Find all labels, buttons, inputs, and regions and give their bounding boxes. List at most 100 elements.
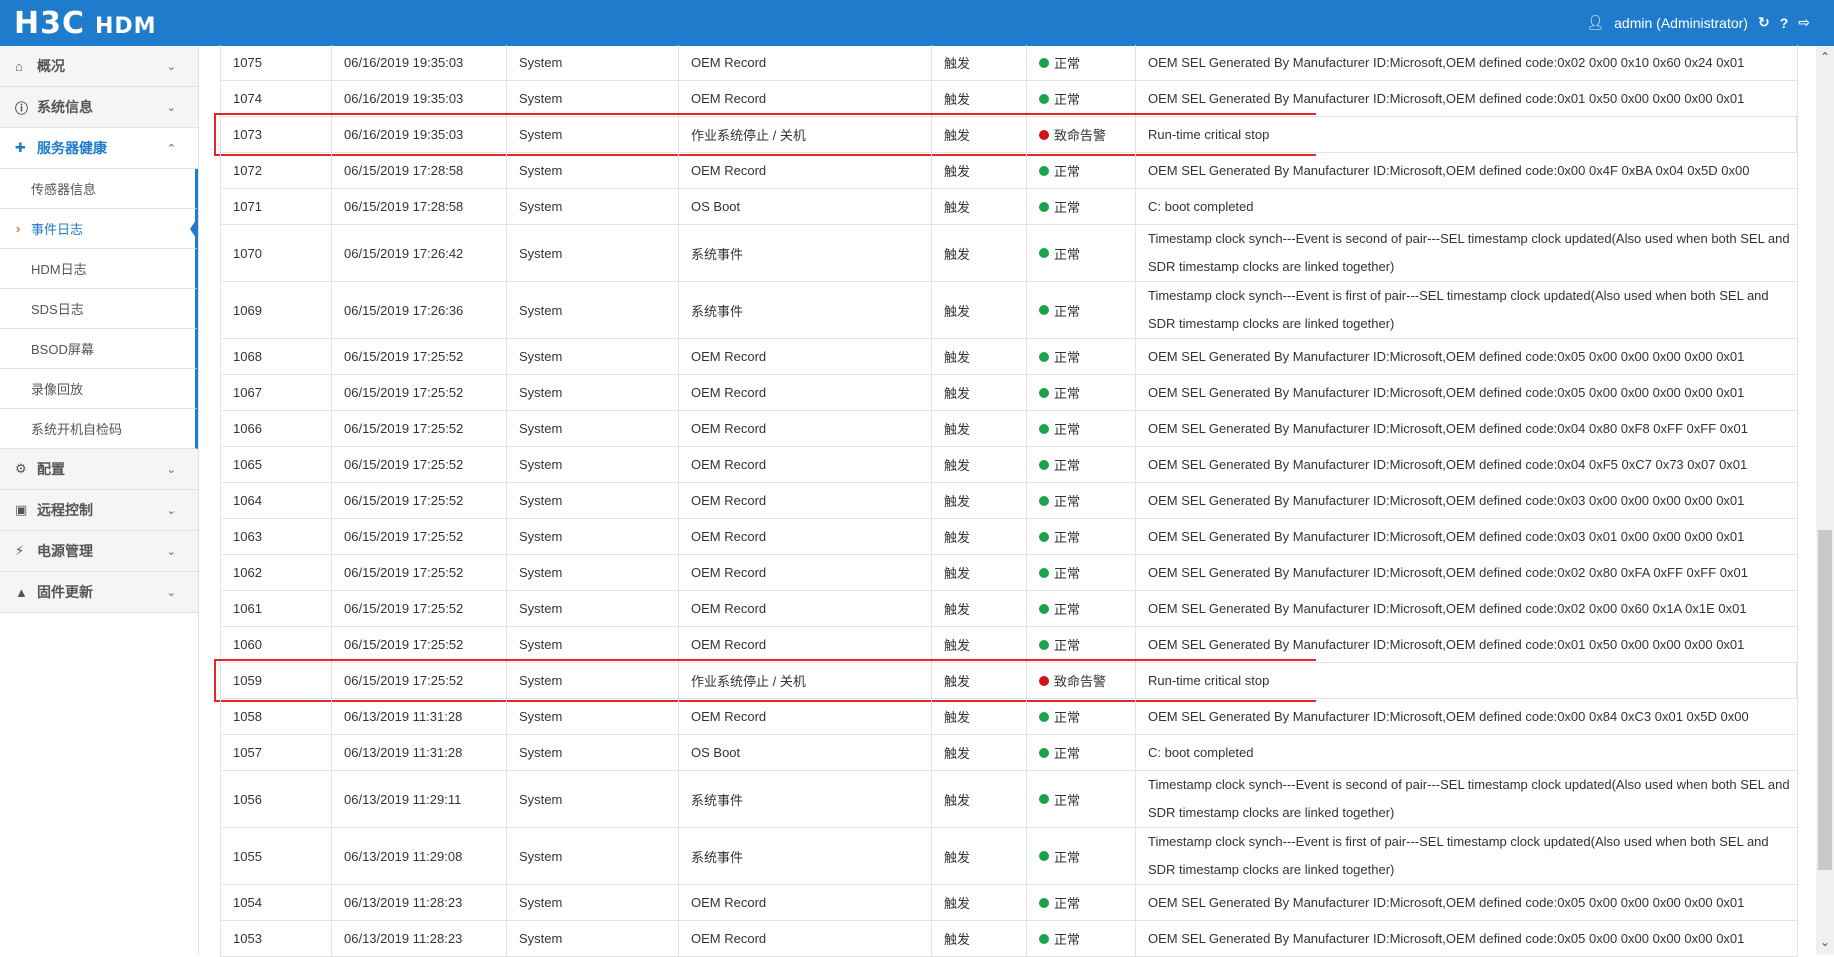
table-row[interactable]: 1069 06/15/2019 17:26:36 System 系统事件 触发 … — [220, 282, 1798, 339]
table-row[interactable]: 1059 06/15/2019 17:25:52 System 作业系统停止 /… — [214, 659, 1798, 702]
sidebar-item-0[interactable]: 传感器信息 — [0, 169, 198, 209]
sidebar-item-label: 事件日志 — [31, 222, 84, 237]
scroll-up-icon[interactable]: ⌃ — [1816, 50, 1834, 64]
table-row[interactable]: 1054 06/13/2019 11:28:23 System OEM Reco… — [220, 885, 1798, 921]
event-sensor: OEM Record — [679, 699, 932, 734]
sidebar-item-label: SDS日志 — [31, 302, 84, 317]
event-status: 正常 — [1027, 153, 1136, 188]
event-sensor: 系统事件 — [679, 225, 932, 281]
table-row[interactable]: 1056 06/13/2019 11:29:11 System 系统事件 触发 … — [220, 771, 1798, 828]
event-status: 正常 — [1027, 699, 1136, 734]
table-row[interactable]: 1058 06/13/2019 11:31:28 System OEM Reco… — [220, 699, 1798, 735]
event-trigger: 触发 — [932, 189, 1027, 224]
event-trigger: 触发 — [932, 885, 1027, 920]
table-row[interactable]: 1061 06/15/2019 17:25:52 System OEM Reco… — [220, 591, 1798, 627]
event-id: 1059 — [221, 663, 332, 698]
table-row[interactable]: 1075 06/16/2019 19:35:03 System OEM Reco… — [220, 45, 1798, 81]
status-dot-icon — [1039, 351, 1049, 362]
event-id: 1054 — [221, 885, 332, 920]
event-status: 正常 — [1027, 339, 1136, 374]
status-label: 致命告警 — [1054, 128, 1107, 143]
status-dot-icon — [1039, 567, 1049, 578]
event-id: 1057 — [221, 735, 332, 770]
table-row[interactable]: 1073 06/16/2019 19:35:03 System 作业系统停止 /… — [214, 113, 1798, 156]
event-time: 06/16/2019 19:35:03 — [332, 117, 507, 152]
table-row[interactable]: 1067 06/15/2019 17:25:52 System OEM Reco… — [220, 375, 1798, 411]
event-description: Timestamp clock synch---Event is first o… — [1148, 288, 1769, 331]
sidebar-item-6[interactable]: 系统开机自检码 — [0, 409, 198, 449]
table-row[interactable]: 1071 06/15/2019 17:28:58 System OS Boot … — [220, 189, 1798, 225]
logo: H3C HDM — [14, 6, 157, 41]
event-description: OEM SEL Generated By Manufacturer ID:Mic… — [1148, 894, 1745, 910]
event-status: 正常 — [1027, 771, 1136, 827]
event-trigger: 触发 — [932, 771, 1027, 827]
event-sensor: 系统事件 — [679, 828, 932, 884]
logout-icon[interactable]: ⇨ — [1798, 14, 1810, 31]
table-row[interactable]: 1064 06/15/2019 17:25:52 System OEM Reco… — [220, 483, 1798, 519]
table-row[interactable]: 1065 06/15/2019 17:25:52 System OEM Reco… — [220, 447, 1798, 483]
table-row[interactable]: 1074 06/16/2019 19:35:03 System OEM Reco… — [220, 81, 1798, 117]
event-time: 06/13/2019 11:28:23 — [332, 921, 507, 956]
event-id: 1062 — [221, 555, 332, 590]
table-row[interactable]: 1070 06/15/2019 17:26:42 System 系统事件 触发 … — [220, 225, 1798, 282]
event-description: OEM SEL Generated By Manufacturer ID:Mic… — [1148, 90, 1745, 106]
table-row[interactable]: 1060 06/15/2019 17:25:52 System OEM Reco… — [220, 627, 1798, 663]
event-status: 正常 — [1027, 627, 1136, 662]
sidebar-group-remote[interactable]: ▣ 远程控制 ⌄ — [0, 490, 198, 531]
event-description: OEM SEL Generated By Manufacturer ID:Mic… — [1148, 456, 1748, 472]
event-sensor: 系统事件 — [679, 282, 932, 338]
sidebar-group-label: 系统信息 — [37, 99, 93, 115]
scrollbar[interactable]: ⌃ ⌄ — [1816, 46, 1834, 955]
sidebar-group-gear[interactable]: ⚙ 配置 ⌄ — [0, 449, 198, 490]
event-time: 06/15/2019 17:26:36 — [332, 282, 507, 338]
status-label: 正常 — [1054, 746, 1081, 761]
table-row[interactable]: 1057 06/13/2019 11:31:28 System OS Boot … — [220, 735, 1798, 771]
status-dot-icon — [1039, 747, 1049, 758]
event-time: 06/15/2019 17:26:42 — [332, 225, 507, 281]
status-label: 正常 — [1054, 246, 1081, 262]
chevron-down-icon: ⌄ — [166, 586, 176, 599]
help-icon[interactable]: ? — [1780, 15, 1789, 31]
sidebar-item-5[interactable]: 录像回放 — [0, 369, 198, 409]
table-row[interactable]: 1063 06/15/2019 17:25:52 System OEM Reco… — [220, 519, 1798, 555]
status-dot-icon — [1039, 794, 1049, 804]
status-label: 正常 — [1054, 422, 1081, 437]
scrollbar-thumb[interactable] — [1818, 530, 1832, 870]
event-sensor: OEM Record — [679, 519, 932, 554]
status-label: 正常 — [1054, 602, 1081, 617]
table-row[interactable]: 1072 06/15/2019 17:28:58 System OEM Reco… — [220, 153, 1798, 189]
sidebar-group-info[interactable]: ⓘ 系统信息 ⌄ — [0, 87, 198, 128]
sidebar-item-3[interactable]: SDS日志 — [0, 289, 198, 329]
event-description: C: boot completed — [1148, 198, 1254, 214]
event-sensor: OEM Record — [679, 375, 932, 410]
table-row[interactable]: 1066 06/15/2019 17:25:52 System OEM Reco… — [220, 411, 1798, 447]
sidebar-group-home[interactable]: ⌂ 概况 ⌄ — [0, 46, 198, 87]
event-description: C: boot completed — [1148, 744, 1254, 760]
sidebar-group-firmware[interactable]: ▲ 固件更新 ⌄ — [0, 572, 198, 613]
sidebar-group-health[interactable]: ✚ 服务器健康 ⌃ — [0, 128, 198, 169]
status-dot-icon — [1039, 639, 1049, 650]
event-id: 1072 — [221, 153, 332, 188]
event-trigger: 触发 — [932, 447, 1027, 482]
status-dot-icon — [1039, 531, 1049, 542]
scroll-down-icon[interactable]: ⌄ — [1816, 935, 1834, 949]
event-trigger: 触发 — [932, 591, 1027, 626]
table-row[interactable]: 1068 06/15/2019 17:25:52 System OEM Reco… — [220, 339, 1798, 375]
sidebar-item-label: 传感器信息 — [31, 182, 97, 197]
event-sensor: 作业系统停止 / 关机 — [679, 663, 932, 698]
refresh-icon[interactable]: ↻ — [1758, 14, 1770, 31]
event-trigger: 触发 — [932, 339, 1027, 374]
event-status: 正常 — [1027, 483, 1136, 518]
chevron-down-icon: ⌄ — [166, 504, 176, 517]
event-time: 06/15/2019 17:25:52 — [332, 483, 507, 518]
event-type: System — [507, 375, 679, 410]
sidebar-item-1[interactable]: › 事件日志 — [0, 209, 198, 249]
table-row[interactable]: 1053 06/13/2019 11:28:23 System OEM Reco… — [220, 921, 1798, 957]
table-row[interactable]: 1062 06/15/2019 17:25:52 System OEM Reco… — [220, 555, 1798, 591]
sidebar-group-power[interactable]: ⚡ 电源管理 ⌄ — [0, 531, 198, 572]
sidebar-item-4[interactable]: BSOD屏幕 — [0, 329, 198, 369]
sidebar-item-2[interactable]: HDM日志 — [0, 249, 198, 289]
event-type: System — [507, 663, 679, 698]
table-row[interactable]: 1055 06/13/2019 11:29:08 System 系统事件 触发 … — [220, 828, 1798, 885]
user-name[interactable]: admin (Administrator) — [1614, 15, 1748, 31]
